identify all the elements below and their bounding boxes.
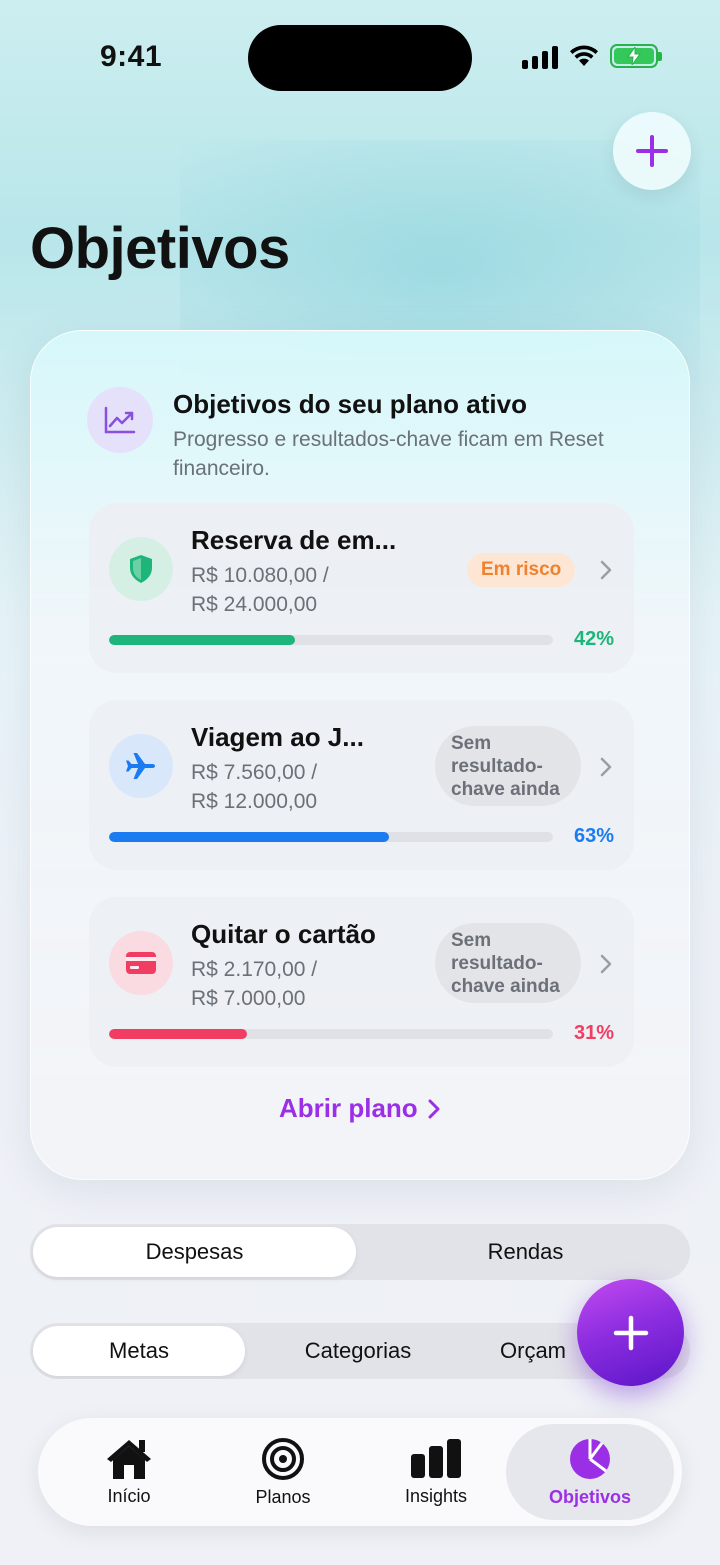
open-plan-label: Abrir plano <box>279 1093 418 1123</box>
cellular-signal-icon <box>522 43 558 69</box>
status-badge-at-risk: Em risco <box>467 553 576 587</box>
chevron-right-icon <box>600 560 612 580</box>
segment-goals[interactable]: Metas <box>33 1326 245 1376</box>
dynamic-island <box>248 25 472 91</box>
goal-card-pay-card[interactable]: Quitar o cartão R$ 2.170,00 / R$ 7.000,0… <box>89 897 634 1067</box>
progress-bar <box>109 832 553 842</box>
goal-name: Quitar o cartão <box>191 919 376 949</box>
page-title: Objetivos <box>30 216 290 281</box>
status-badge-no-key-results: Sem resultado- chave ainda <box>435 923 581 1003</box>
progress-bar <box>109 635 553 645</box>
open-plan-link[interactable]: Abrir plano <box>279 1093 440 1124</box>
goal-name: Viagem ao J... <box>191 722 364 752</box>
tab-inicio[interactable]: Início <box>54 1424 204 1520</box>
active-plan-goals-card: Objetivos do seu plano ativo Progresso e… <box>30 330 690 1180</box>
goal-amount: R$ 10.080,00 / R$ 24.000,00 <box>191 564 329 616</box>
tab-insights[interactable]: Insights <box>361 1424 511 1520</box>
segment-expenses[interactable]: Despesas <box>33 1227 356 1277</box>
progress-fill <box>109 1029 247 1039</box>
tab-objetivos[interactable]: Objetivos <box>506 1424 674 1520</box>
progress-fill <box>109 635 296 645</box>
plus-icon <box>613 1315 648 1350</box>
tab-label: Insights <box>404 1485 468 1506</box>
wifi-icon <box>570 45 598 66</box>
tab-label: Planos <box>255 1486 311 1507</box>
pie-chart-icon <box>570 1438 610 1479</box>
credit-card-icon <box>109 931 173 995</box>
goal-card-travel[interactable]: Viagem ao J... R$ 7.560,00 / R$ 12.000,0… <box>89 700 634 870</box>
shield-icon <box>109 537 173 601</box>
tab-bar: Início Planos Insights Objetivos <box>38 1418 682 1526</box>
chevron-right-icon <box>600 757 612 777</box>
progress-fill <box>109 832 389 842</box>
progress-bar <box>109 1029 553 1039</box>
floating-add-button[interactable] <box>577 1279 684 1386</box>
type-segmented-control: Despesas Rendas <box>30 1224 690 1280</box>
trend-chart-icon <box>87 387 153 453</box>
goal-name: Reserva de em... <box>191 525 397 555</box>
battery-icon <box>610 44 662 68</box>
status-icons <box>522 43 662 69</box>
goal-card-emergency-reserve[interactable]: Reserva de em... R$ 10.080,00 / R$ 24.00… <box>89 503 634 673</box>
airplane-icon <box>109 734 173 798</box>
tab-planos[interactable]: Planos <box>208 1424 358 1520</box>
card-title: Objetivos do seu plano ativo <box>173 389 527 419</box>
home-icon <box>107 1439 151 1479</box>
plus-icon <box>636 135 668 167</box>
chevron-right-icon <box>600 954 612 974</box>
status-badge-no-key-results: Sem resultado- chave ainda <box>435 726 581 806</box>
segment-income[interactable]: Rendas <box>364 1227 687 1277</box>
bar-chart-icon <box>411 1438 461 1478</box>
tab-label: Objetivos <box>548 1486 632 1507</box>
tab-label: Início <box>107 1485 151 1506</box>
chevron-right-icon <box>428 1099 440 1118</box>
goal-amount: R$ 2.170,00 / R$ 7.000,00 <box>191 958 318 1010</box>
card-subtitle: Progresso e resultados-chave ficam em Re… <box>173 428 604 480</box>
progress-percent: 42% <box>573 628 614 650</box>
status-time: 9:41 <box>100 40 163 73</box>
progress-percent: 63% <box>573 825 614 847</box>
segment-categories[interactable]: Categorias <box>252 1326 464 1376</box>
goal-amount: R$ 7.560,00 / R$ 12.000,00 <box>191 761 318 813</box>
target-icon <box>262 1437 304 1480</box>
progress-percent: 31% <box>573 1022 614 1044</box>
add-goal-button[interactable] <box>613 112 691 190</box>
